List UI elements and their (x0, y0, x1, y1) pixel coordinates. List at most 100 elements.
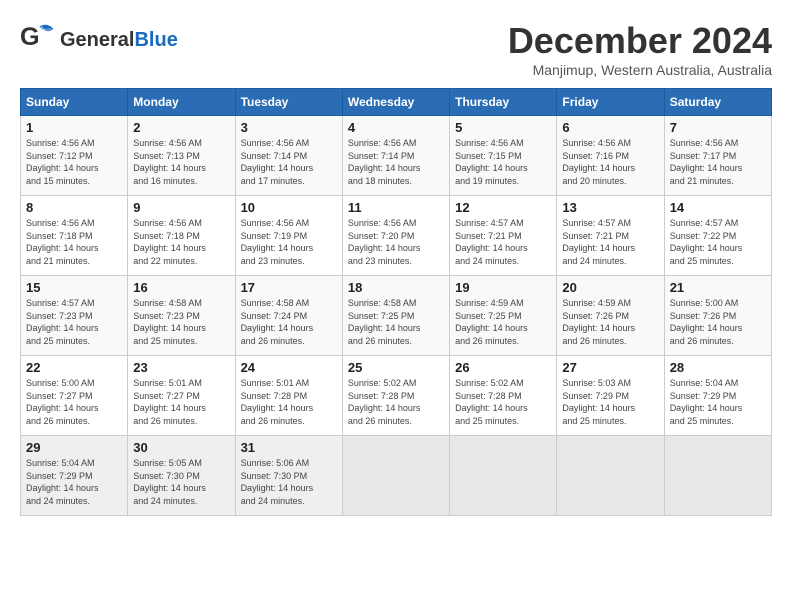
day-number: 28 (670, 360, 766, 375)
day-number: 9 (133, 200, 229, 215)
calendar-cell (664, 436, 771, 516)
calendar-week-2: 8 Sunrise: 4:56 AM Sunset: 7:18 PM Daylig… (21, 196, 772, 276)
calendar-cell: 9 Sunrise: 4:56 AM Sunset: 7:18 PM Daylig… (128, 196, 235, 276)
day-info: Sunrise: 4:56 AM Sunset: 7:19 PM Dayligh… (241, 217, 337, 267)
calendar-cell: 21 Sunrise: 5:00 AM Sunset: 7:26 PM Dayli… (664, 276, 771, 356)
day-info: Sunrise: 4:58 AM Sunset: 7:23 PM Dayligh… (133, 297, 229, 347)
day-info: Sunrise: 5:00 AM Sunset: 7:27 PM Dayligh… (26, 377, 122, 427)
weekday-header-sunday: Sunday (21, 89, 128, 116)
day-info: Sunrise: 4:59 AM Sunset: 7:26 PM Dayligh… (562, 297, 658, 347)
day-info: Sunrise: 4:57 AM Sunset: 7:22 PM Dayligh… (670, 217, 766, 267)
day-info: Sunrise: 4:56 AM Sunset: 7:12 PM Dayligh… (26, 137, 122, 187)
calendar-cell: 30 Sunrise: 5:05 AM Sunset: 7:30 PM Dayli… (128, 436, 235, 516)
calendar-cell: 15 Sunrise: 4:57 AM Sunset: 7:23 PM Dayli… (21, 276, 128, 356)
day-info: Sunrise: 4:56 AM Sunset: 7:18 PM Dayligh… (133, 217, 229, 267)
day-number: 24 (241, 360, 337, 375)
calendar-cell: 29Sunrise: 5:04 AM Sunset: 7:29 PM Dayli… (21, 436, 128, 516)
day-number: 7 (670, 120, 766, 135)
day-number: 16 (133, 280, 229, 295)
calendar-cell: 6 Sunrise: 4:56 AM Sunset: 7:16 PM Daylig… (557, 116, 664, 196)
day-info: Sunrise: 4:57 AM Sunset: 7:21 PM Dayligh… (562, 217, 658, 267)
calendar-cell: 7 Sunrise: 4:56 AM Sunset: 7:17 PM Daylig… (664, 116, 771, 196)
calendar-cell (557, 436, 664, 516)
logo-text: GeneralBlue (60, 29, 178, 52)
logo-general: General (60, 29, 134, 51)
calendar-cell: 16 Sunrise: 4:58 AM Sunset: 7:23 PM Dayli… (128, 276, 235, 356)
day-number: 31 (241, 440, 337, 455)
day-number: 1 (26, 120, 122, 135)
day-info: Sunrise: 5:01 AM Sunset: 7:28 PM Dayligh… (241, 377, 337, 427)
calendar-cell (342, 436, 449, 516)
calendar-cell: 14 Sunrise: 4:57 AM Sunset: 7:22 PM Dayli… (664, 196, 771, 276)
day-info: Sunrise: 5:03 AM Sunset: 7:29 PM Dayligh… (562, 377, 658, 427)
day-number: 18 (348, 280, 444, 295)
day-info: Sunrise: 4:56 AM Sunset: 7:14 PM Dayligh… (241, 137, 337, 187)
calendar-table: SundayMondayTuesdayWednesdayThursdayFrid… (20, 88, 772, 516)
day-number: 30 (133, 440, 229, 455)
calendar-cell: 28 Sunrise: 5:04 AM Sunset: 7:29 PM Dayli… (664, 356, 771, 436)
weekday-header-friday: Friday (557, 89, 664, 116)
day-number: 26 (455, 360, 551, 375)
day-number: 8 (26, 200, 122, 215)
calendar-cell: 11 Sunrise: 4:56 AM Sunset: 7:20 PM Dayli… (342, 196, 449, 276)
calendar-header: SundayMondayTuesdayWednesdayThursdayFrid… (21, 89, 772, 116)
day-info: Sunrise: 4:56 AM Sunset: 7:15 PM Dayligh… (455, 137, 551, 187)
day-number: 11 (348, 200, 444, 215)
calendar-week-3: 15 Sunrise: 4:57 AM Sunset: 7:23 PM Dayli… (21, 276, 772, 356)
day-info: Sunrise: 5:01 AM Sunset: 7:27 PM Dayligh… (133, 377, 229, 427)
day-info: Sunrise: 4:56 AM Sunset: 7:14 PM Dayligh… (348, 137, 444, 187)
location-title: Manjimup, Western Australia, Australia (508, 62, 772, 78)
calendar-cell: 23 Sunrise: 5:01 AM Sunset: 7:27 PM Dayli… (128, 356, 235, 436)
title-block: December 2024 Manjimup, Western Australi… (508, 20, 772, 78)
calendar-week-4: 22 Sunrise: 5:00 AM Sunset: 7:27 PM Dayli… (21, 356, 772, 436)
calendar-cell: 4 Sunrise: 4:56 AM Sunset: 7:14 PM Daylig… (342, 116, 449, 196)
logo-blue: Blue (134, 29, 177, 51)
calendar-cell: 1 Sunrise: 4:56 AM Sunset: 7:12 PM Daylig… (21, 116, 128, 196)
calendar-cell: 18 Sunrise: 4:58 AM Sunset: 7:25 PM Dayli… (342, 276, 449, 356)
day-info: Sunrise: 4:58 AM Sunset: 7:25 PM Dayligh… (348, 297, 444, 347)
month-title: December 2024 (508, 20, 772, 62)
calendar-cell (450, 436, 557, 516)
day-number: 19 (455, 280, 551, 295)
day-number: 15 (26, 280, 122, 295)
day-number: 5 (455, 120, 551, 135)
weekday-header-saturday: Saturday (664, 89, 771, 116)
day-number: 29 (26, 440, 122, 455)
day-number: 6 (562, 120, 658, 135)
day-number: 10 (241, 200, 337, 215)
calendar-cell: 17 Sunrise: 4:58 AM Sunset: 7:24 PM Dayli… (235, 276, 342, 356)
day-info: Sunrise: 5:05 AM Sunset: 7:30 PM Dayligh… (133, 457, 229, 507)
day-number: 23 (133, 360, 229, 375)
day-info: Sunrise: 5:00 AM Sunset: 7:26 PM Dayligh… (670, 297, 766, 347)
day-info: Sunrise: 4:56 AM Sunset: 7:20 PM Dayligh… (348, 217, 444, 267)
day-info: Sunrise: 4:56 AM Sunset: 7:17 PM Dayligh… (670, 137, 766, 187)
day-number: 21 (670, 280, 766, 295)
calendar-week-5: 29Sunrise: 5:04 AM Sunset: 7:29 PM Dayli… (21, 436, 772, 516)
day-number: 22 (26, 360, 122, 375)
logo-icon: G (20, 20, 56, 61)
svg-text:G: G (20, 23, 40, 51)
day-info: Sunrise: 4:57 AM Sunset: 7:21 PM Dayligh… (455, 217, 551, 267)
day-info: Sunrise: 5:02 AM Sunset: 7:28 PM Dayligh… (348, 377, 444, 427)
calendar-cell: 20Sunrise: 4:59 AM Sunset: 7:26 PM Dayli… (557, 276, 664, 356)
day-info: Sunrise: 4:56 AM Sunset: 7:16 PM Dayligh… (562, 137, 658, 187)
day-number: 14 (670, 200, 766, 215)
calendar-cell: 25 Sunrise: 5:02 AM Sunset: 7:28 PM Dayli… (342, 356, 449, 436)
calendar-week-1: 1 Sunrise: 4:56 AM Sunset: 7:12 PM Daylig… (21, 116, 772, 196)
calendar-cell: 3Sunrise: 4:56 AM Sunset: 7:14 PM Daylig… (235, 116, 342, 196)
day-info: Sunrise: 4:57 AM Sunset: 7:23 PM Dayligh… (26, 297, 122, 347)
calendar-cell: 2Sunrise: 4:56 AM Sunset: 7:13 PM Daylig… (128, 116, 235, 196)
weekday-header-tuesday: Tuesday (235, 89, 342, 116)
day-number: 4 (348, 120, 444, 135)
day-info: Sunrise: 4:56 AM Sunset: 7:18 PM Dayligh… (26, 217, 122, 267)
day-number: 25 (348, 360, 444, 375)
day-info: Sunrise: 5:04 AM Sunset: 7:29 PM Dayligh… (670, 377, 766, 427)
day-info: Sunrise: 4:58 AM Sunset: 7:24 PM Dayligh… (241, 297, 337, 347)
day-info: Sunrise: 5:02 AM Sunset: 7:28 PM Dayligh… (455, 377, 551, 427)
day-number: 17 (241, 280, 337, 295)
weekday-header-wednesday: Wednesday (342, 89, 449, 116)
day-info: Sunrise: 4:56 AM Sunset: 7:13 PM Dayligh… (133, 137, 229, 187)
page-header: G GeneralBlue December 2024 Manjimup, We… (20, 20, 772, 78)
day-number: 12 (455, 200, 551, 215)
day-number: 27 (562, 360, 658, 375)
